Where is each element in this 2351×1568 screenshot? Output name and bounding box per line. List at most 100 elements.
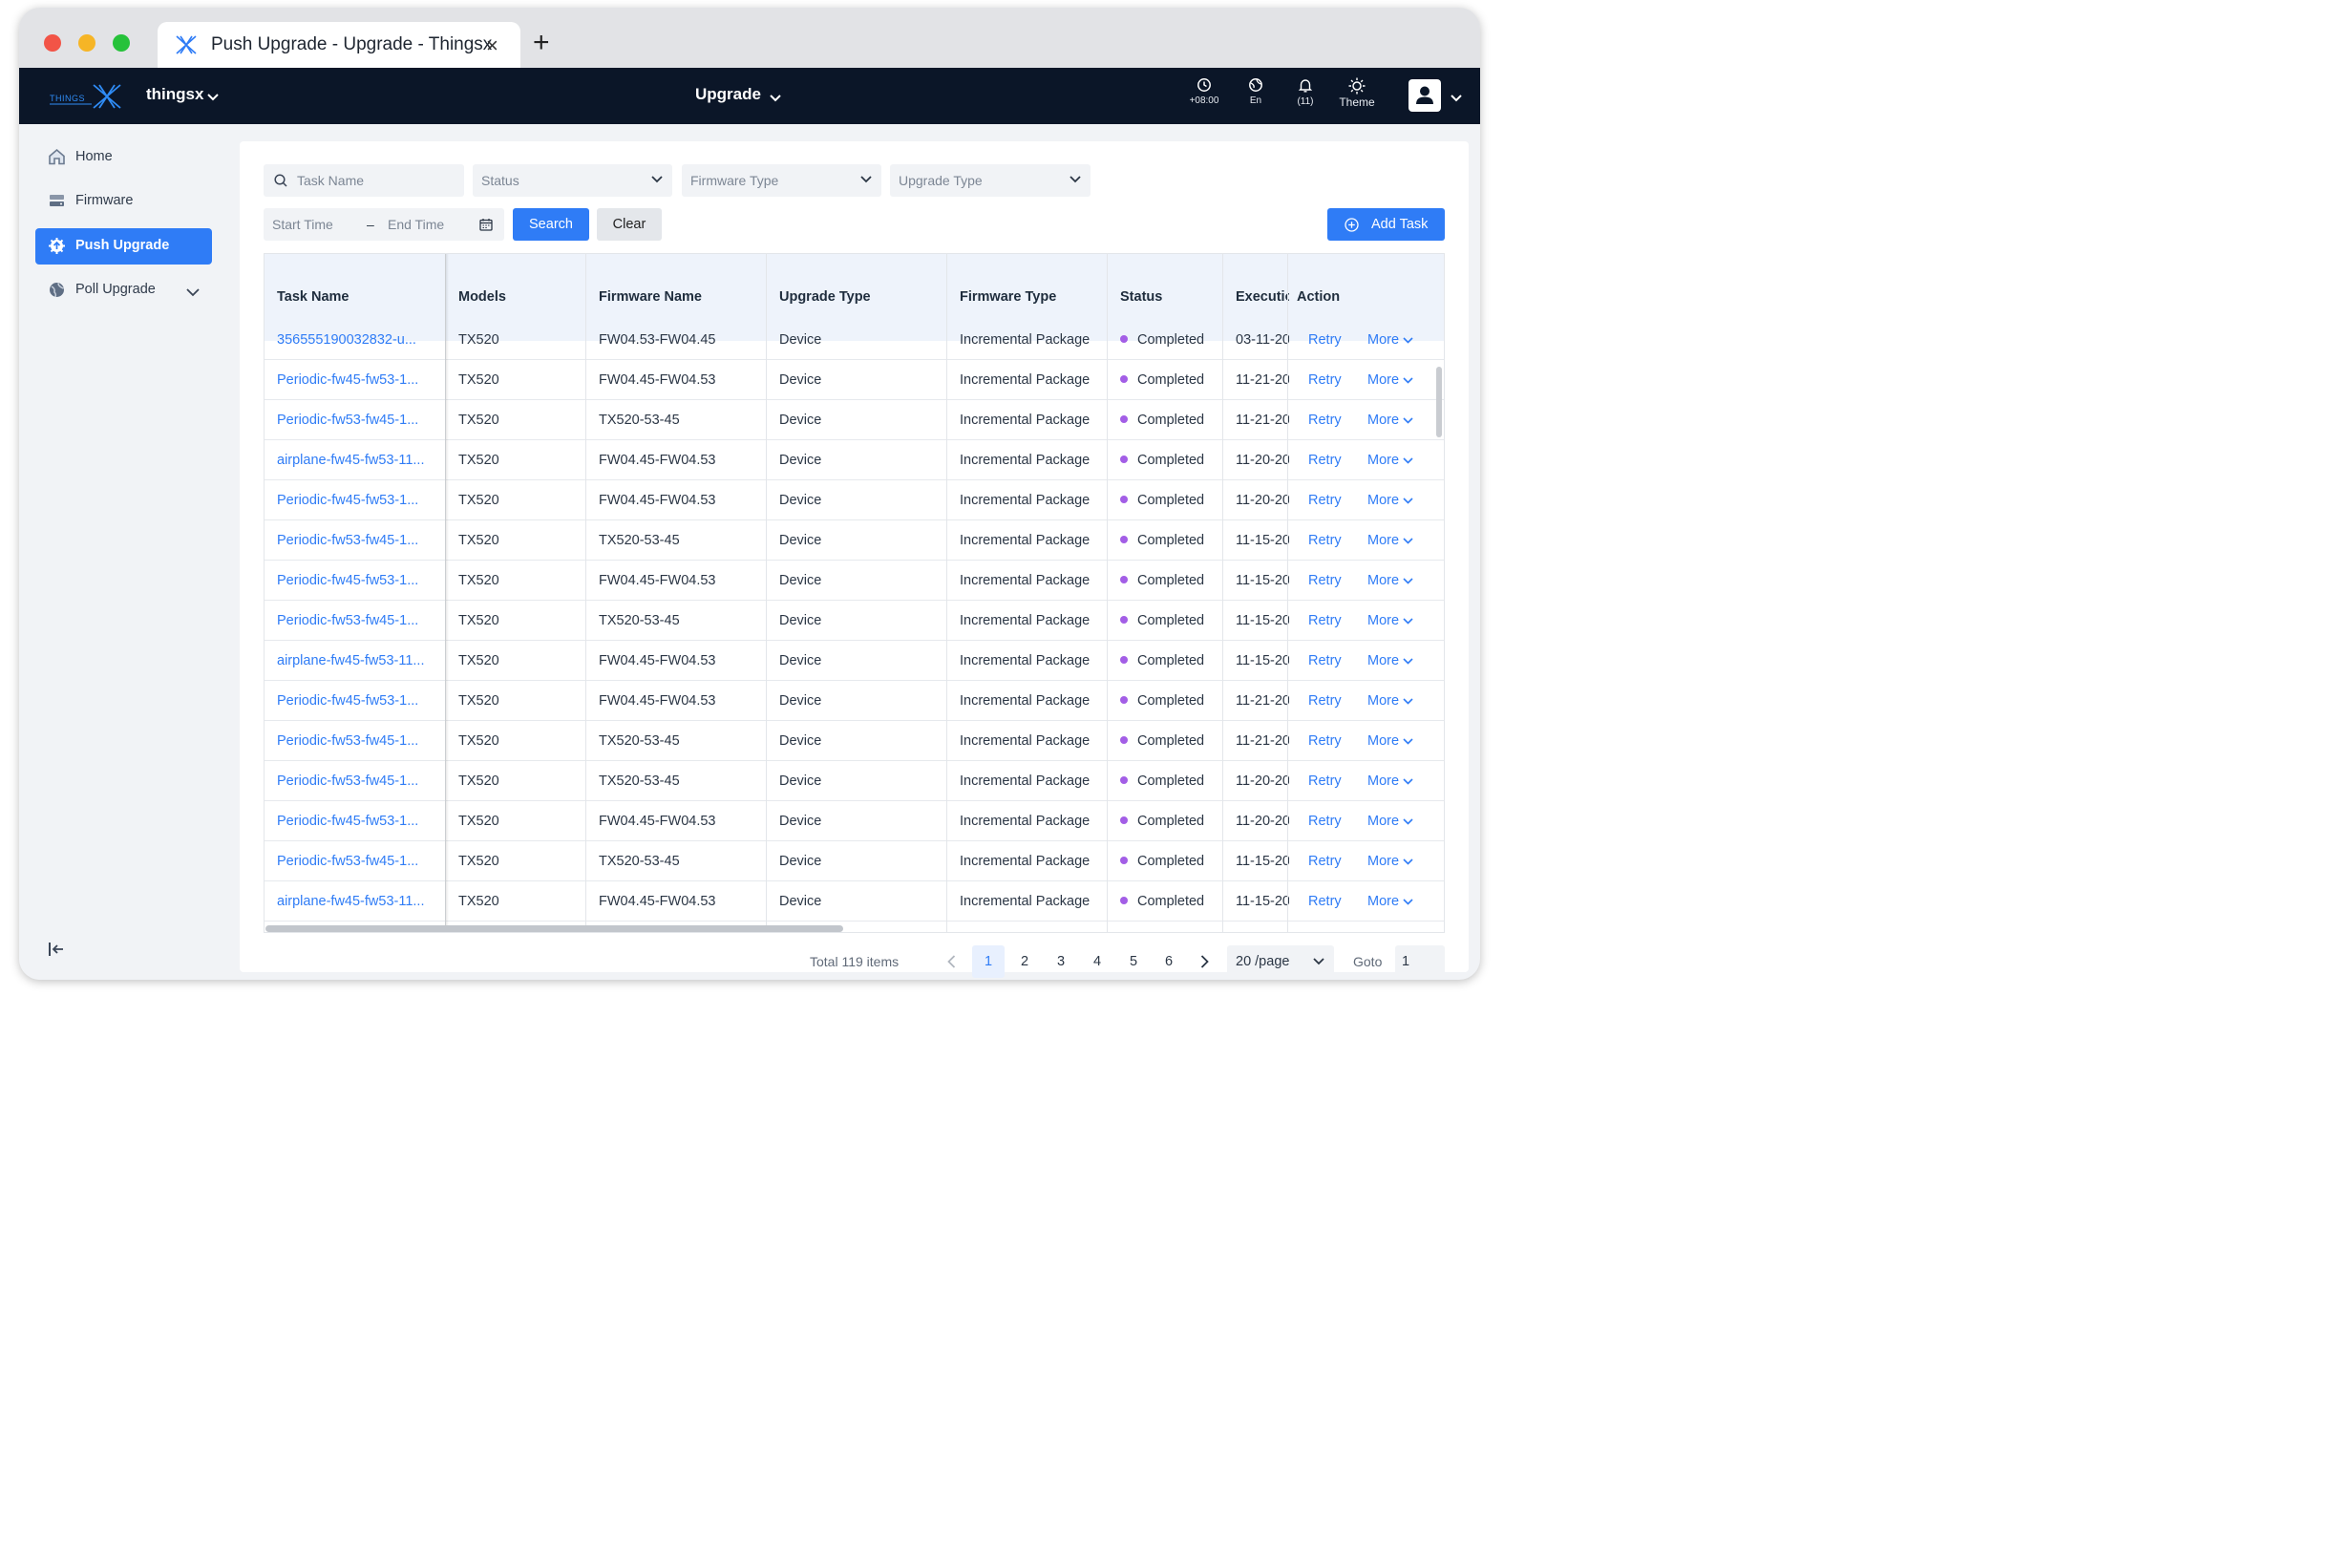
retry-link[interactable]: Retry (1308, 561, 1342, 601)
vertical-scrollbar[interactable] (1436, 367, 1442, 437)
more-dropdown[interactable]: More (1367, 641, 1413, 681)
chevron-down-icon[interactable] (1451, 90, 1462, 107)
retry-link[interactable]: Retry (1308, 801, 1342, 841)
org-selector[interactable]: thingsx (146, 85, 203, 104)
close-tab-icon[interactable]: × (486, 35, 498, 56)
execution-time-cell: 11-15-20 (1236, 854, 1289, 869)
table-row: Periodic-fw53-fw45-1... TX520 TX520-53-45 D… (265, 520, 1444, 561)
retry-link[interactable]: Retry (1308, 721, 1342, 761)
thingsx-logo[interactable]: THINGS (48, 84, 124, 114)
page-2-button[interactable]: 2 (1008, 945, 1041, 978)
retry-link[interactable]: Retry (1308, 841, 1342, 881)
retry-link[interactable]: Retry (1308, 320, 1342, 360)
more-dropdown[interactable]: More (1367, 801, 1413, 841)
retry-link[interactable]: Retry (1308, 681, 1342, 721)
clear-button[interactable]: Clear (597, 208, 662, 241)
more-dropdown[interactable]: More (1367, 360, 1413, 400)
more-dropdown[interactable]: More (1367, 400, 1413, 440)
upgrade-type-select[interactable]: Upgrade Type (890, 164, 1091, 197)
browser-tab[interactable]: Push Upgrade - Upgrade - Thingsx × (158, 22, 520, 68)
retry-link[interactable]: Retry (1308, 400, 1342, 440)
sidebar-item-firmware[interactable]: Firmware (35, 183, 212, 220)
retry-link[interactable]: Retry (1308, 360, 1342, 400)
status-select[interactable]: Status (473, 164, 672, 197)
retry-link[interactable]: Retry (1308, 761, 1342, 801)
date-range-picker[interactable]: Start Time – End Time (264, 208, 504, 241)
page-1-button[interactable]: 1 (972, 945, 1005, 978)
sidebar-item-push-upgrade[interactable]: Push Upgrade (35, 228, 212, 265)
chevron-down-icon[interactable] (770, 90, 781, 107)
more-dropdown[interactable]: More (1367, 601, 1413, 641)
task-name-link[interactable]: Periodic-fw45-fw53-1... (277, 360, 441, 400)
task-name-link[interactable]: Periodic-fw53-fw45-1... (277, 721, 441, 761)
status-dot-icon (1120, 375, 1128, 383)
more-label: More (1367, 573, 1400, 588)
retry-link[interactable]: Retry (1308, 641, 1342, 681)
notifications-button[interactable]: (11) (1281, 77, 1330, 107)
more-dropdown[interactable]: More (1367, 721, 1413, 761)
goto-page-input[interactable]: 1 (1395, 945, 1445, 978)
more-dropdown[interactable]: More (1367, 761, 1413, 801)
task-name-link[interactable]: Periodic-fw53-fw45-1... (277, 520, 441, 561)
task-name-link[interactable]: airplane-fw45-fw53-11... (277, 440, 441, 480)
page-size-select[interactable]: 20 /page (1227, 945, 1334, 978)
more-dropdown[interactable]: More (1367, 440, 1413, 480)
task-name-link[interactable]: Periodic-fw45-fw53-1... (277, 681, 441, 721)
search-button[interactable]: Search (513, 208, 589, 241)
retry-link[interactable]: Retry (1308, 601, 1342, 641)
theme-button[interactable]: Theme (1332, 77, 1382, 109)
retry-link[interactable]: Retry (1308, 480, 1342, 520)
execution-time-cell: 11-21-20 (1236, 372, 1289, 388)
timezone-button[interactable]: +08:00 (1179, 77, 1229, 106)
task-name-link[interactable]: Periodic-fw53-fw45-1... (277, 761, 441, 801)
next-page-icon[interactable] (1200, 955, 1209, 973)
language-button[interactable]: En (1231, 77, 1281, 106)
retry-link[interactable]: Retry (1308, 881, 1342, 922)
module-selector[interactable]: Upgrade (695, 85, 761, 104)
task-name-search-input[interactable]: Task Name (264, 164, 464, 197)
task-name-link[interactable]: Periodic-fw45-fw53-1... (277, 480, 441, 520)
task-name-link[interactable]: Periodic-fw45-fw53-1... (277, 801, 441, 841)
page-5-button[interactable]: 5 (1117, 945, 1150, 978)
page-4-button[interactable]: 4 (1081, 945, 1113, 978)
horizontal-scrollbar[interactable] (265, 925, 843, 932)
task-name-link[interactable]: airplane-fw45-fw53-11... (277, 881, 441, 922)
svg-text:THINGS: THINGS (50, 94, 85, 103)
maximize-window-button[interactable] (113, 34, 130, 52)
chevron-down-icon (1403, 320, 1413, 360)
task-name-link[interactable]: 356555190032832-u... (277, 320, 441, 360)
page-6-button[interactable]: 6 (1153, 945, 1185, 978)
task-name-link[interactable]: Periodic-fw45-fw53-1... (277, 561, 441, 601)
task-name-link[interactable]: Periodic-fw53-fw45-1... (277, 841, 441, 881)
more-dropdown[interactable]: More (1367, 841, 1413, 881)
more-dropdown[interactable]: More (1367, 520, 1413, 561)
total-items: Total 119 items (810, 954, 900, 969)
task-name-link[interactable]: airplane-fw45-fw53-11... (277, 641, 441, 681)
history-clock-icon (1197, 78, 1211, 92)
close-window-button[interactable] (44, 34, 61, 52)
minimize-window-button[interactable] (78, 34, 95, 52)
retry-link[interactable]: Retry (1308, 520, 1342, 561)
task-name-link[interactable]: Periodic-fw53-fw45-1... (277, 601, 441, 641)
more-dropdown[interactable]: More (1367, 881, 1413, 922)
chevron-down-icon[interactable] (207, 89, 219, 106)
add-task-button[interactable]: Add Task (1327, 208, 1445, 241)
more-dropdown[interactable]: More (1367, 320, 1413, 360)
more-dropdown[interactable]: More (1367, 480, 1413, 520)
retry-link[interactable]: Retry (1308, 440, 1342, 480)
status-text: Completed (1137, 894, 1205, 909)
collapse-sidebar-icon[interactable] (48, 942, 65, 962)
sidebar-item-poll-upgrade[interactable]: Poll Upgrade (35, 272, 212, 308)
page-3-button[interactable]: 3 (1045, 945, 1077, 978)
upgrade-type-cell: Device (779, 613, 822, 628)
new-tab-icon[interactable]: + (533, 29, 550, 57)
chevron-down-icon[interactable] (186, 285, 200, 302)
task-name-link[interactable]: Periodic-fw53-fw45-1... (277, 400, 441, 440)
sidebar-item-home[interactable]: Home (35, 139, 212, 176)
prev-page-icon[interactable] (947, 955, 956, 973)
firmware-type-select[interactable]: Firmware Type (682, 164, 881, 197)
more-dropdown[interactable]: More (1367, 561, 1413, 601)
avatar[interactable] (1408, 79, 1441, 112)
sidebar-item-label: Poll Upgrade (75, 282, 156, 297)
more-dropdown[interactable]: More (1367, 681, 1413, 721)
